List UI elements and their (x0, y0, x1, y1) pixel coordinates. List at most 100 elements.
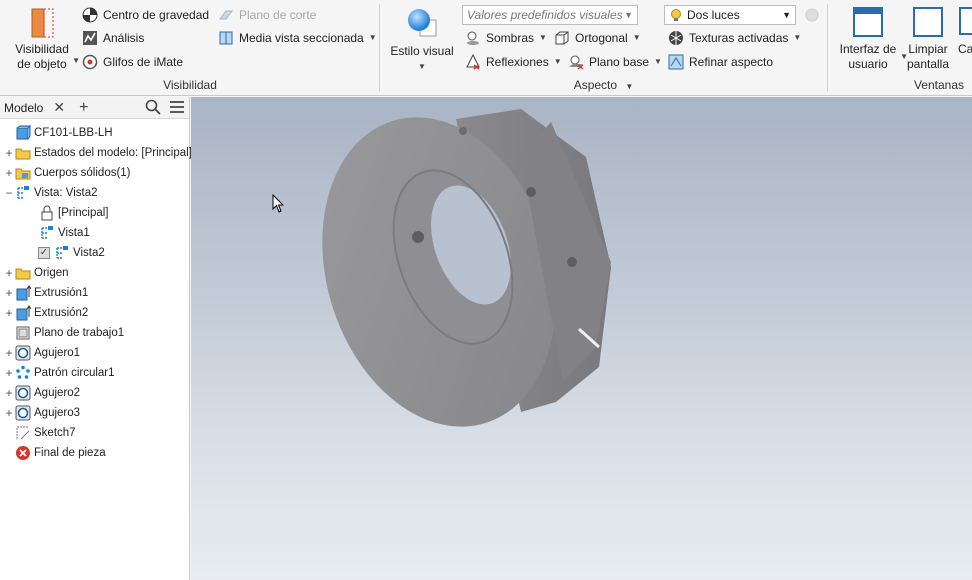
ground-plane-button[interactable]: Plano base ▼ (568, 52, 662, 72)
section-plane-icon (219, 10, 233, 20)
user-interface-button[interactable]: Interfaz de usuario ▼ (834, 6, 908, 72)
part-model[interactable] (191, 97, 972, 580)
tree-item-label: Vista: Vista2 (34, 187, 98, 199)
tree-item[interactable]: + Extrusión2 (4, 303, 88, 323)
object-visibility-button[interactable]: Visibilidad de objeto ▼ (8, 6, 80, 72)
chevron-down-icon: ▼ (625, 82, 634, 91)
visual-presets-dropdown[interactable]: Valores predefinidos visuales ▼ (462, 5, 638, 25)
orthographic-button[interactable]: Ortogonal ▼ (554, 28, 641, 48)
tree-item-label: Vista1 (58, 227, 90, 239)
tree-item-label: Extrusión1 (34, 287, 89, 299)
refine-appearance-button[interactable]: Refinar aspecto (668, 52, 773, 72)
tree-item[interactable]: + Patrón circular1 (4, 363, 115, 383)
center-of-gravity-button[interactable]: Centro de gravedad (82, 5, 209, 25)
browser-header-actions (145, 99, 185, 115)
chevron-down-icon: ▼ (553, 57, 562, 66)
shadows-button[interactable]: Sombras ▼ (465, 28, 547, 48)
tree-item-label: Final de pieza (34, 447, 106, 459)
part-radial-hole (526, 187, 536, 197)
chevron-down-icon: ▼ (368, 33, 377, 42)
tree-item[interactable]: Final de pieza (4, 443, 106, 463)
view-rep-icon (41, 226, 53, 239)
tree-item[interactable]: + Origen (4, 263, 68, 283)
graphics-viewport[interactable] (191, 97, 972, 580)
visual-style-icon (408, 9, 437, 37)
checkbox-icon[interactable]: ✓ (38, 247, 50, 259)
analysis-button[interactable]: Análisis (82, 28, 144, 48)
tree-item[interactable]: − Vista: Vista2 (4, 183, 98, 203)
extrusion-icon (16, 305, 31, 321)
imate-glyphs-icon (82, 54, 98, 70)
tree-item[interactable]: + Cuerpos sólidos(1) (4, 163, 131, 183)
expand-toggle-icon[interactable]: + (4, 146, 14, 160)
analysis-icon (83, 31, 97, 45)
tree-item[interactable]: + Agujero1 (4, 343, 80, 363)
tree-item[interactable]: CF101-LBB-LH (4, 123, 113, 143)
tree-item[interactable]: + Estados del modelo: [Principal] (4, 143, 191, 163)
expand-toggle-icon[interactable]: + (4, 386, 14, 400)
tree-item[interactable]: [Principal] (28, 203, 109, 223)
hole-icon (15, 385, 31, 401)
part-threaded-hole (412, 231, 424, 243)
expand-toggle-icon[interactable]: + (4, 266, 14, 280)
tree-item[interactable]: + Extrusión1 (4, 283, 88, 303)
tree-item-label: CF101-LBB-LH (34, 127, 113, 139)
circular-pattern-icon (16, 365, 30, 379)
shadows-icon (467, 31, 479, 45)
tab-model[interactable]: Modelo (0, 101, 47, 115)
work-plane-icon (16, 326, 30, 340)
search-icon[interactable] (145, 99, 161, 115)
cascade-button[interactable]: Ca (958, 6, 972, 57)
section-plane-button[interactable]: Plano de corte (218, 5, 316, 25)
cascade-icon (959, 7, 972, 35)
clean-screen-button[interactable]: Limpiar pantalla (904, 6, 952, 72)
expand-toggle-icon[interactable]: + (4, 366, 14, 380)
part-icon (16, 125, 31, 140)
part-radial-hole (567, 257, 577, 267)
tree-item[interactable]: Plano de trabajo1 (4, 323, 124, 343)
reflections-button[interactable]: Reflexiones ▼ (465, 52, 562, 72)
chevron-down-icon: ▼ (418, 62, 426, 71)
ground-plane-icon (569, 55, 584, 70)
tree-item-label: Agujero1 (34, 347, 81, 359)
tree-item-label: Agujero3 (34, 407, 81, 419)
light-bulb-icon (671, 9, 681, 21)
expand-toggle-icon[interactable]: + (4, 306, 14, 320)
tree-item[interactable]: Vista1 (28, 223, 90, 243)
close-icon[interactable]: ✕ (53, 99, 65, 116)
expand-toggle-icon[interactable]: + (4, 166, 14, 180)
tree-item[interactable]: + Agujero2 (4, 383, 80, 403)
imate-glyphs-button[interactable]: Glifos de iMate (82, 52, 183, 72)
tree-item-label: Cuerpos sólidos(1) (34, 167, 131, 179)
chevron-down-icon: ▼ (782, 10, 791, 20)
view-rep-icon (56, 246, 68, 259)
expand-toggle-icon[interactable]: + (4, 406, 14, 420)
add-tab-icon[interactable]: + (79, 99, 88, 117)
user-interface-icon (853, 7, 883, 37)
hole-icon (15, 345, 31, 361)
solid-bodies-folder-icon (15, 168, 31, 180)
textures-icon (669, 31, 683, 45)
hole-icon (15, 405, 31, 421)
lighting-dropdown[interactable]: Dos luces ▼ (664, 5, 796, 25)
visual-style-button[interactable]: Estilo visual ▼ (388, 6, 456, 74)
orthographic-icon (555, 31, 569, 45)
chevron-down-icon: ▼ (624, 10, 633, 20)
part-radial-hole (459, 127, 467, 135)
menu-icon[interactable] (169, 99, 185, 115)
chevron-down-icon: ▼ (654, 57, 662, 66)
visibility-panel: Visibilidad de objeto ▼ Centro de graved… (0, 0, 380, 96)
appearance-panel-title[interactable]: Aspecto ▼ (380, 78, 827, 92)
expand-toggle-icon[interactable]: − (4, 186, 14, 200)
expand-toggle-icon[interactable]: + (4, 346, 14, 360)
tree-item[interactable]: Sketch7 (4, 423, 76, 443)
extrusion-icon (16, 285, 31, 301)
half-section-button[interactable]: Media vista seccionada ▼ (218, 28, 377, 48)
tree-item[interactable]: + Agujero3 (4, 403, 80, 423)
textures-button[interactable]: Texturas activadas ▼ (668, 28, 801, 48)
expand-toggle-icon[interactable]: + (4, 286, 14, 300)
tree-item-label: Extrusión2 (34, 307, 89, 319)
tree-item[interactable]: ✓ Vista2 (28, 243, 105, 263)
chevron-down-icon: ▼ (539, 33, 547, 42)
environment-sphere-icon[interactable] (804, 7, 820, 23)
